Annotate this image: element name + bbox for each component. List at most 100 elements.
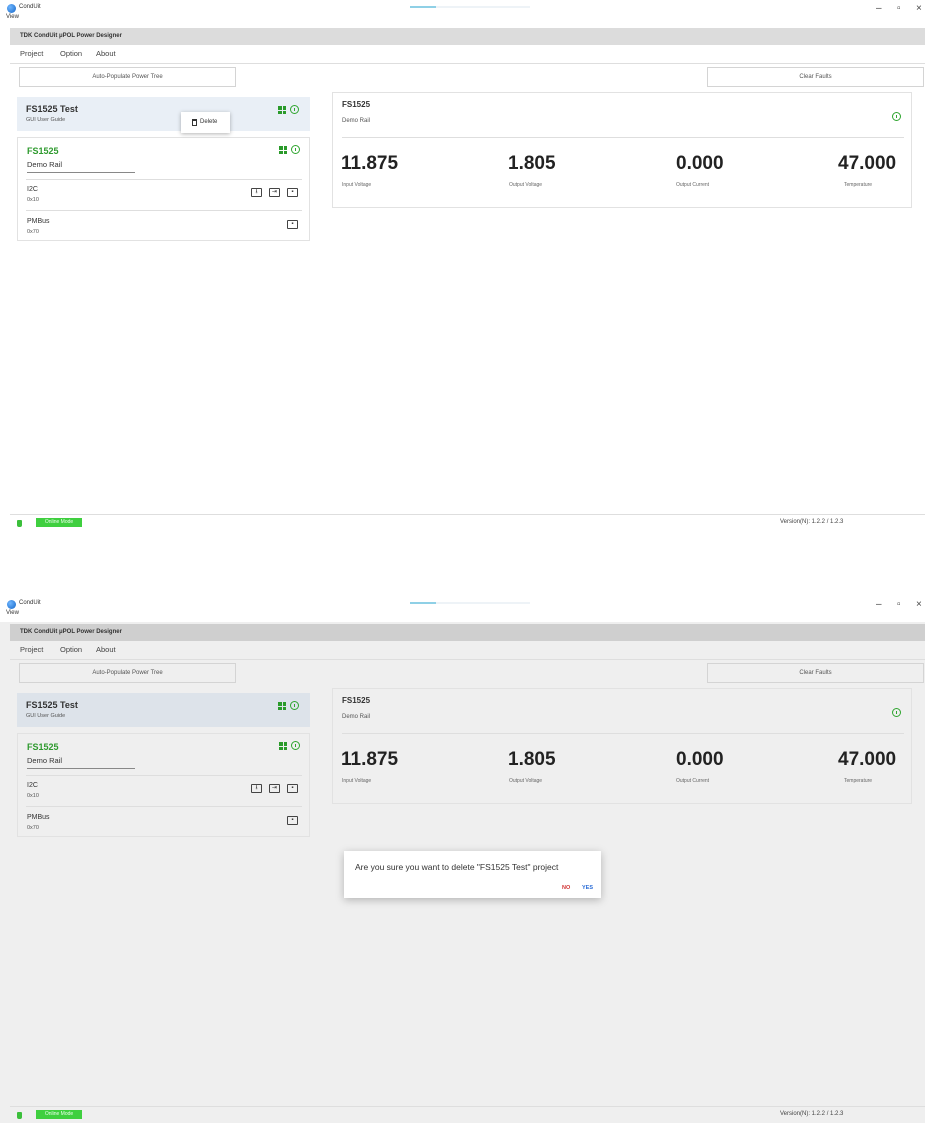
temperature-value: 47.000 [838,153,897,174]
menu-project[interactable]: Project [20,645,43,654]
project-row[interactable]: FS1525 Test GUI User Guide [17,693,310,727]
maximize-icon[interactable]: ▫ [897,4,901,14]
clear-faults-button[interactable]: Clear Faults [707,67,924,87]
temperature-label: Temperature [844,182,873,188]
minimize-icon[interactable]: – [876,600,882,610]
minimize-icon[interactable]: – [876,4,882,14]
temperature-value: 47.000 [838,749,897,770]
loading-progress-fill [410,6,437,8]
app-title-bar: TDK CondUit μPOL Power Designer [10,624,925,641]
project-row[interactable]: FS1525 Test GUI User Guide [17,97,310,131]
statusbar-divider [10,514,925,515]
rail-detail-card: FS1525 Demo Rail 11.875 Input Voltage 1.… [332,688,912,804]
detail-subtitle: Demo Rail [342,714,371,720]
import-icon[interactable]: ⇥ [269,188,280,197]
rail-name[interactable]: FS1525 [27,742,59,752]
panel-icon[interactable]: ▪ [287,188,298,197]
delete-confirm-dialog: Are you sure you want to delete "FS1525 … [344,851,601,898]
window-titlebar: CondUit View – ▫ × [0,0,925,26]
project-subtitle: GUI User Guide [26,117,66,123]
input-voltage-value: 11.875 [341,153,399,174]
loading-progress [410,602,530,604]
rail-status-icon [291,145,300,154]
auto-populate-button[interactable]: Auto-Populate Power Tree [19,663,236,683]
menu-option[interactable]: Option [60,49,82,58]
output-voltage-label: Output Voltage [509,778,543,784]
menu-project[interactable]: Project [20,49,43,58]
statusbar: Online Mode Version(N): 1.2.2 / 1.2.3 [10,516,925,530]
app-logo-icon [7,4,16,13]
project-status-icon [290,701,299,710]
detail-title: FS1525 [342,100,371,109]
project-grid-icon[interactable] [278,106,286,114]
trash-icon [192,119,197,126]
output-current-value: 0.000 [676,153,724,174]
delete-menu-item[interactable]: Delete [200,119,217,125]
pmbus-panel-icon[interactable]: ▪ [287,220,298,229]
version-text: Version(N): 1.2.2 / 1.2.3 [780,519,844,525]
rail-name[interactable]: FS1525 [27,146,59,156]
menu-option[interactable]: Option [60,645,82,654]
auto-populate-button[interactable]: Auto-Populate Power Tree [19,67,236,87]
import-icon[interactable]: ⇥ [269,784,280,793]
menubar: Project Option About [10,47,925,62]
clear-faults-button[interactable]: Clear Faults [707,663,924,683]
project-name: FS1525 Test [26,700,78,710]
detail-subtitle: Demo Rail [342,118,371,124]
rail-grid-icon[interactable] [279,146,287,154]
rail-divider [26,179,302,180]
detail-title: FS1525 [342,696,371,705]
rail-card: FS1525 Demo Rail I2C 0x10 ⭳ ⇥ ▪ PMBus 0x… [17,137,310,241]
rail-grid-icon[interactable] [279,742,287,750]
statusbar: Online Mode Version(N): 1.2.2 / 1.2.3 [10,1108,925,1122]
loading-progress [410,6,530,8]
bus-divider [26,806,302,807]
app-title-bar: TDK CondUit μPOL Power Designer [10,28,925,45]
download-icon[interactable]: ⭳ [251,188,262,197]
dialog-yes-button[interactable]: YES [582,885,593,891]
rail-name-field[interactable]: Demo Rail [27,160,135,173]
menubar-divider [10,63,925,64]
output-current-label: Output Current [676,182,710,188]
bus-title-i2c: I2C [27,782,38,789]
loading-progress-fill [410,602,437,604]
panel-icon[interactable]: ▪ [287,784,298,793]
online-mode-badge[interactable]: Online Mode [36,1110,82,1119]
close-icon[interactable]: × [916,600,922,610]
rail-name-field[interactable]: Demo Rail [27,756,135,769]
dialog-message: Are you sure you want to delete "FS1525 … [355,862,559,872]
close-icon[interactable]: × [916,4,922,14]
output-current-value: 0.000 [676,749,724,770]
input-voltage-label: Input Voltage [342,778,372,784]
rail-status-icon [291,741,300,750]
app-name: CondUit [19,4,41,10]
app-title: TDK CondUit μPOL Power Designer [20,629,122,635]
window-titlebar: CondUit View – ▫ × [0,596,925,622]
input-voltage-label: Input Voltage [342,182,372,188]
app-logo-icon [7,600,16,609]
project-status-icon [290,105,299,114]
maximize-icon[interactable]: ▫ [897,600,901,610]
menu-about[interactable]: About [96,645,116,654]
output-voltage-value: 1.805 [508,153,556,174]
screenshot-top: CondUit View – ▫ × TDK CondUit μPOL Powe… [0,0,925,530]
plug-icon [17,520,22,527]
context-menu[interactable]: Delete [181,112,230,133]
view-menu[interactable]: View [6,610,19,616]
statusbar-divider [10,1106,925,1107]
app-name: CondUit [19,600,41,606]
pmbus-panel-icon[interactable]: ▪ [287,816,298,825]
online-mode-badge[interactable]: Online Mode [36,518,82,527]
rail-divider [26,775,302,776]
menu-about[interactable]: About [96,49,116,58]
project-grid-icon[interactable] [278,702,286,710]
output-current-label: Output Current [676,778,710,784]
dialog-no-button[interactable]: NO [562,885,570,891]
view-menu[interactable]: View [6,14,19,20]
output-voltage-label: Output Voltage [509,182,543,188]
app-title: TDK CondUit μPOL Power Designer [20,33,122,39]
bus-address-i2c: 0x10 [27,793,39,799]
download-icon[interactable]: ⭳ [251,784,262,793]
screenshot-bottom: CondUit View – ▫ × TDK CondUit μPOL Powe… [0,596,925,1123]
bus-address-pmbus: 0x70 [27,825,39,831]
